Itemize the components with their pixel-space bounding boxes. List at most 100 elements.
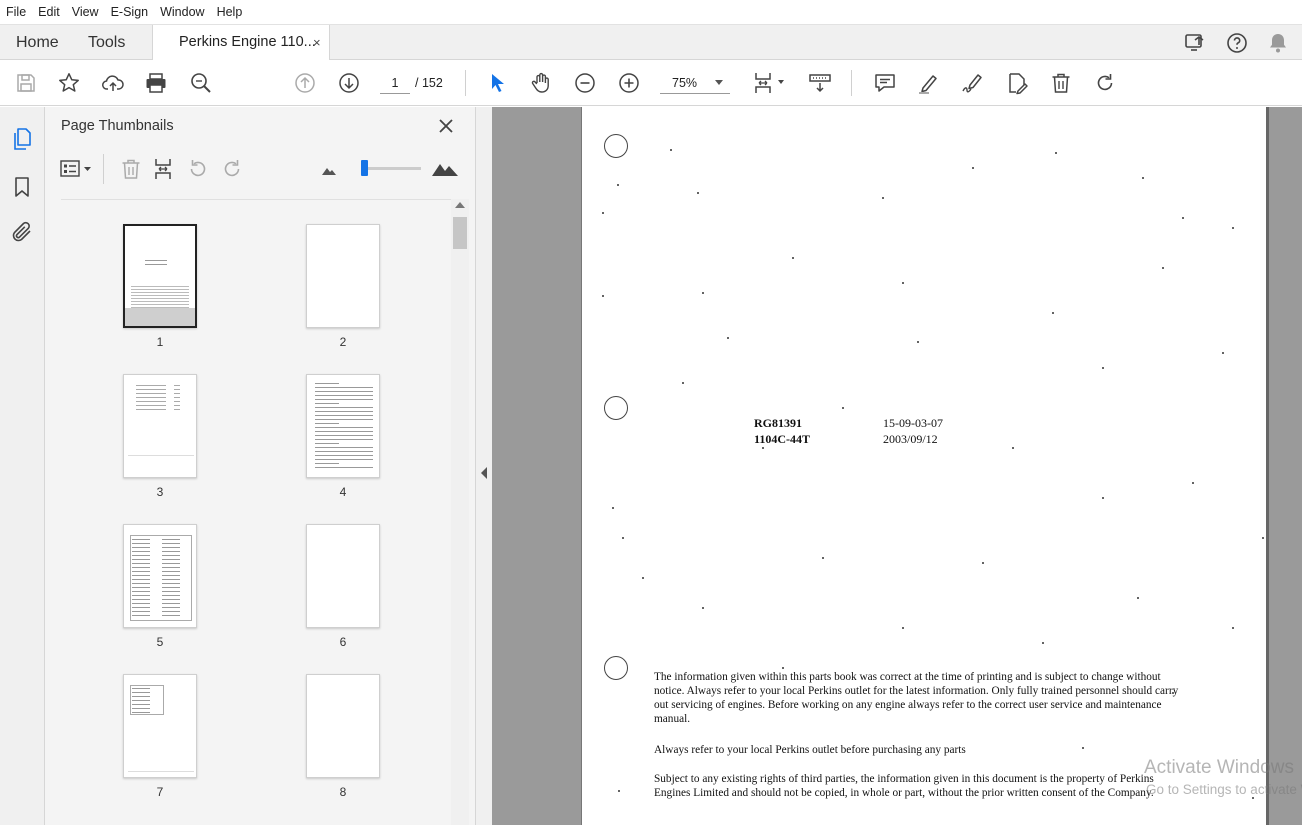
disclaimer-paragraph: The information given within this parts … xyxy=(654,671,1179,725)
rotate-counterclockwise-icon[interactable] xyxy=(186,157,210,181)
menu-file[interactable]: File xyxy=(6,5,26,19)
page-number-input[interactable]: 1 xyxy=(380,72,410,94)
attachment-paperclip-icon[interactable] xyxy=(10,220,34,244)
scan-speck xyxy=(917,341,919,343)
scroll-up-arrow-icon[interactable] xyxy=(455,202,465,208)
zoom-out-icon[interactable] xyxy=(573,71,597,95)
page-thumbnails-icon[interactable] xyxy=(10,127,34,151)
tab-tools[interactable]: Tools xyxy=(88,25,125,60)
scan-speck xyxy=(1172,692,1174,694)
share-screen-icon[interactable] xyxy=(1183,31,1207,55)
scan-speck xyxy=(842,407,844,409)
scan-speck xyxy=(1232,227,1234,229)
save-icon[interactable] xyxy=(14,71,38,95)
page-thumbnail[interactable] xyxy=(123,224,197,328)
previous-page-icon[interactable] xyxy=(293,71,317,95)
page-thumbnails-panel: Page Thumbnails 1 2 3 4 5 6 7 8 xyxy=(45,107,475,825)
highlight-pen-icon[interactable] xyxy=(917,71,941,95)
sign-pen-icon[interactable] xyxy=(961,71,985,95)
punch-hole xyxy=(604,396,628,420)
scan-speck xyxy=(902,627,904,629)
scan-speck xyxy=(622,537,624,539)
page-thumbnail[interactable] xyxy=(306,674,380,778)
page-thumbnail[interactable] xyxy=(306,224,380,328)
scan-speck xyxy=(1232,627,1234,629)
large-mountain-icon xyxy=(432,164,458,176)
page-total: / 152 xyxy=(415,76,443,90)
engine-model: 1104C-44T xyxy=(754,432,811,446)
menu-edit[interactable]: Edit xyxy=(38,5,60,19)
document-view[interactable]: RG81391 1104C-44T 15-09-03-07 2003/09/12… xyxy=(492,107,1302,825)
scan-speck xyxy=(602,212,604,214)
tab-document[interactable]: Perkins Engine 110... xyxy=(152,25,330,61)
menu-bar: File Edit View E-Sign Window Help xyxy=(0,0,1302,24)
bookmark-icon[interactable] xyxy=(10,175,34,199)
page-thumbnail[interactable] xyxy=(306,524,380,628)
star-icon[interactable] xyxy=(57,71,81,95)
select-cursor-icon[interactable] xyxy=(486,71,510,95)
toolbar-divider xyxy=(851,70,852,96)
zoom-in-icon[interactable] xyxy=(617,71,641,95)
search-zoom-icon[interactable] xyxy=(189,71,213,95)
thumbnail-size-slider[interactable] xyxy=(361,167,421,170)
scan-speck xyxy=(602,295,604,297)
scan-speck xyxy=(982,562,984,564)
windows-activation-hint: Go to Settings to activate Windows. xyxy=(1146,782,1302,797)
delete-page-icon[interactable] xyxy=(119,157,143,181)
page-thumbnail[interactable] xyxy=(306,374,380,478)
slider-thumb[interactable] xyxy=(361,160,368,176)
page-thumbnail-number: 1 xyxy=(156,335,164,349)
scan-speck xyxy=(1102,497,1104,499)
thumbnail-options-icon[interactable] xyxy=(59,157,95,181)
menu-view[interactable]: View xyxy=(72,5,99,19)
scan-speck xyxy=(682,382,684,384)
page-thumbnail-number: 5 xyxy=(156,635,164,649)
zoom-dropdown-caret-icon[interactable] xyxy=(715,80,723,85)
bell-icon[interactable] xyxy=(1266,31,1290,55)
close-panel-icon[interactable] xyxy=(435,115,457,137)
scan-speck xyxy=(697,192,699,194)
small-mountain-icon xyxy=(322,168,336,175)
insert-page-icon[interactable] xyxy=(152,157,176,181)
rotate-clockwise-icon[interactable] xyxy=(220,157,244,181)
page-thumbnail[interactable] xyxy=(123,374,197,478)
scan-speck xyxy=(1222,352,1224,354)
upload-cloud-icon[interactable] xyxy=(101,71,125,95)
next-page-icon[interactable] xyxy=(337,71,361,95)
hand-tool-icon[interactable] xyxy=(529,71,553,95)
scan-speck xyxy=(1012,447,1014,449)
scrollbar-thumb[interactable] xyxy=(453,217,467,249)
main-toolbar: 1 / 152 75% xyxy=(0,60,1302,106)
page-thumbnail-number: 4 xyxy=(339,485,347,499)
comment-icon[interactable] xyxy=(873,71,897,95)
panel-splitter[interactable] xyxy=(475,107,492,825)
tab-home[interactable]: Home xyxy=(16,25,59,60)
scan-speck xyxy=(782,667,784,669)
scan-speck xyxy=(1137,597,1139,599)
tab-close-icon[interactable]: × xyxy=(313,25,321,60)
print-icon[interactable] xyxy=(144,71,168,95)
menu-help[interactable]: Help xyxy=(217,5,243,19)
scan-speck xyxy=(1055,152,1057,154)
page-thumbnail[interactable] xyxy=(123,674,197,778)
delete-icon[interactable] xyxy=(1049,71,1073,95)
help-icon[interactable] xyxy=(1225,31,1249,55)
scan-speck xyxy=(792,257,794,259)
pdf-page[interactable]: RG81391 1104C-44T 15-09-03-07 2003/09/12… xyxy=(581,107,1266,825)
collapse-panel-arrow-icon[interactable] xyxy=(481,467,487,479)
purchase-note: Always refer to your local Perkins outle… xyxy=(654,744,966,756)
edit-document-icon[interactable] xyxy=(1005,71,1029,95)
menu-esign[interactable]: E-Sign xyxy=(111,5,149,19)
acrobat-window: File Edit View E-Sign Window Help Home T… xyxy=(0,0,1302,825)
left-navigation-rail xyxy=(0,107,45,825)
page-thumbnail[interactable] xyxy=(123,524,197,628)
page-thumbnail-number: 6 xyxy=(339,635,347,649)
page-fit-icon[interactable] xyxy=(752,71,788,95)
thumbnail-scrollbar[interactable] xyxy=(451,199,469,825)
menu-window[interactable]: Window xyxy=(160,5,204,19)
scan-speck xyxy=(1102,367,1104,369)
rotate-icon[interactable] xyxy=(1093,71,1117,95)
scroll-mode-icon[interactable] xyxy=(808,71,832,95)
scan-speck xyxy=(1182,217,1184,219)
scan-speck xyxy=(882,197,884,199)
